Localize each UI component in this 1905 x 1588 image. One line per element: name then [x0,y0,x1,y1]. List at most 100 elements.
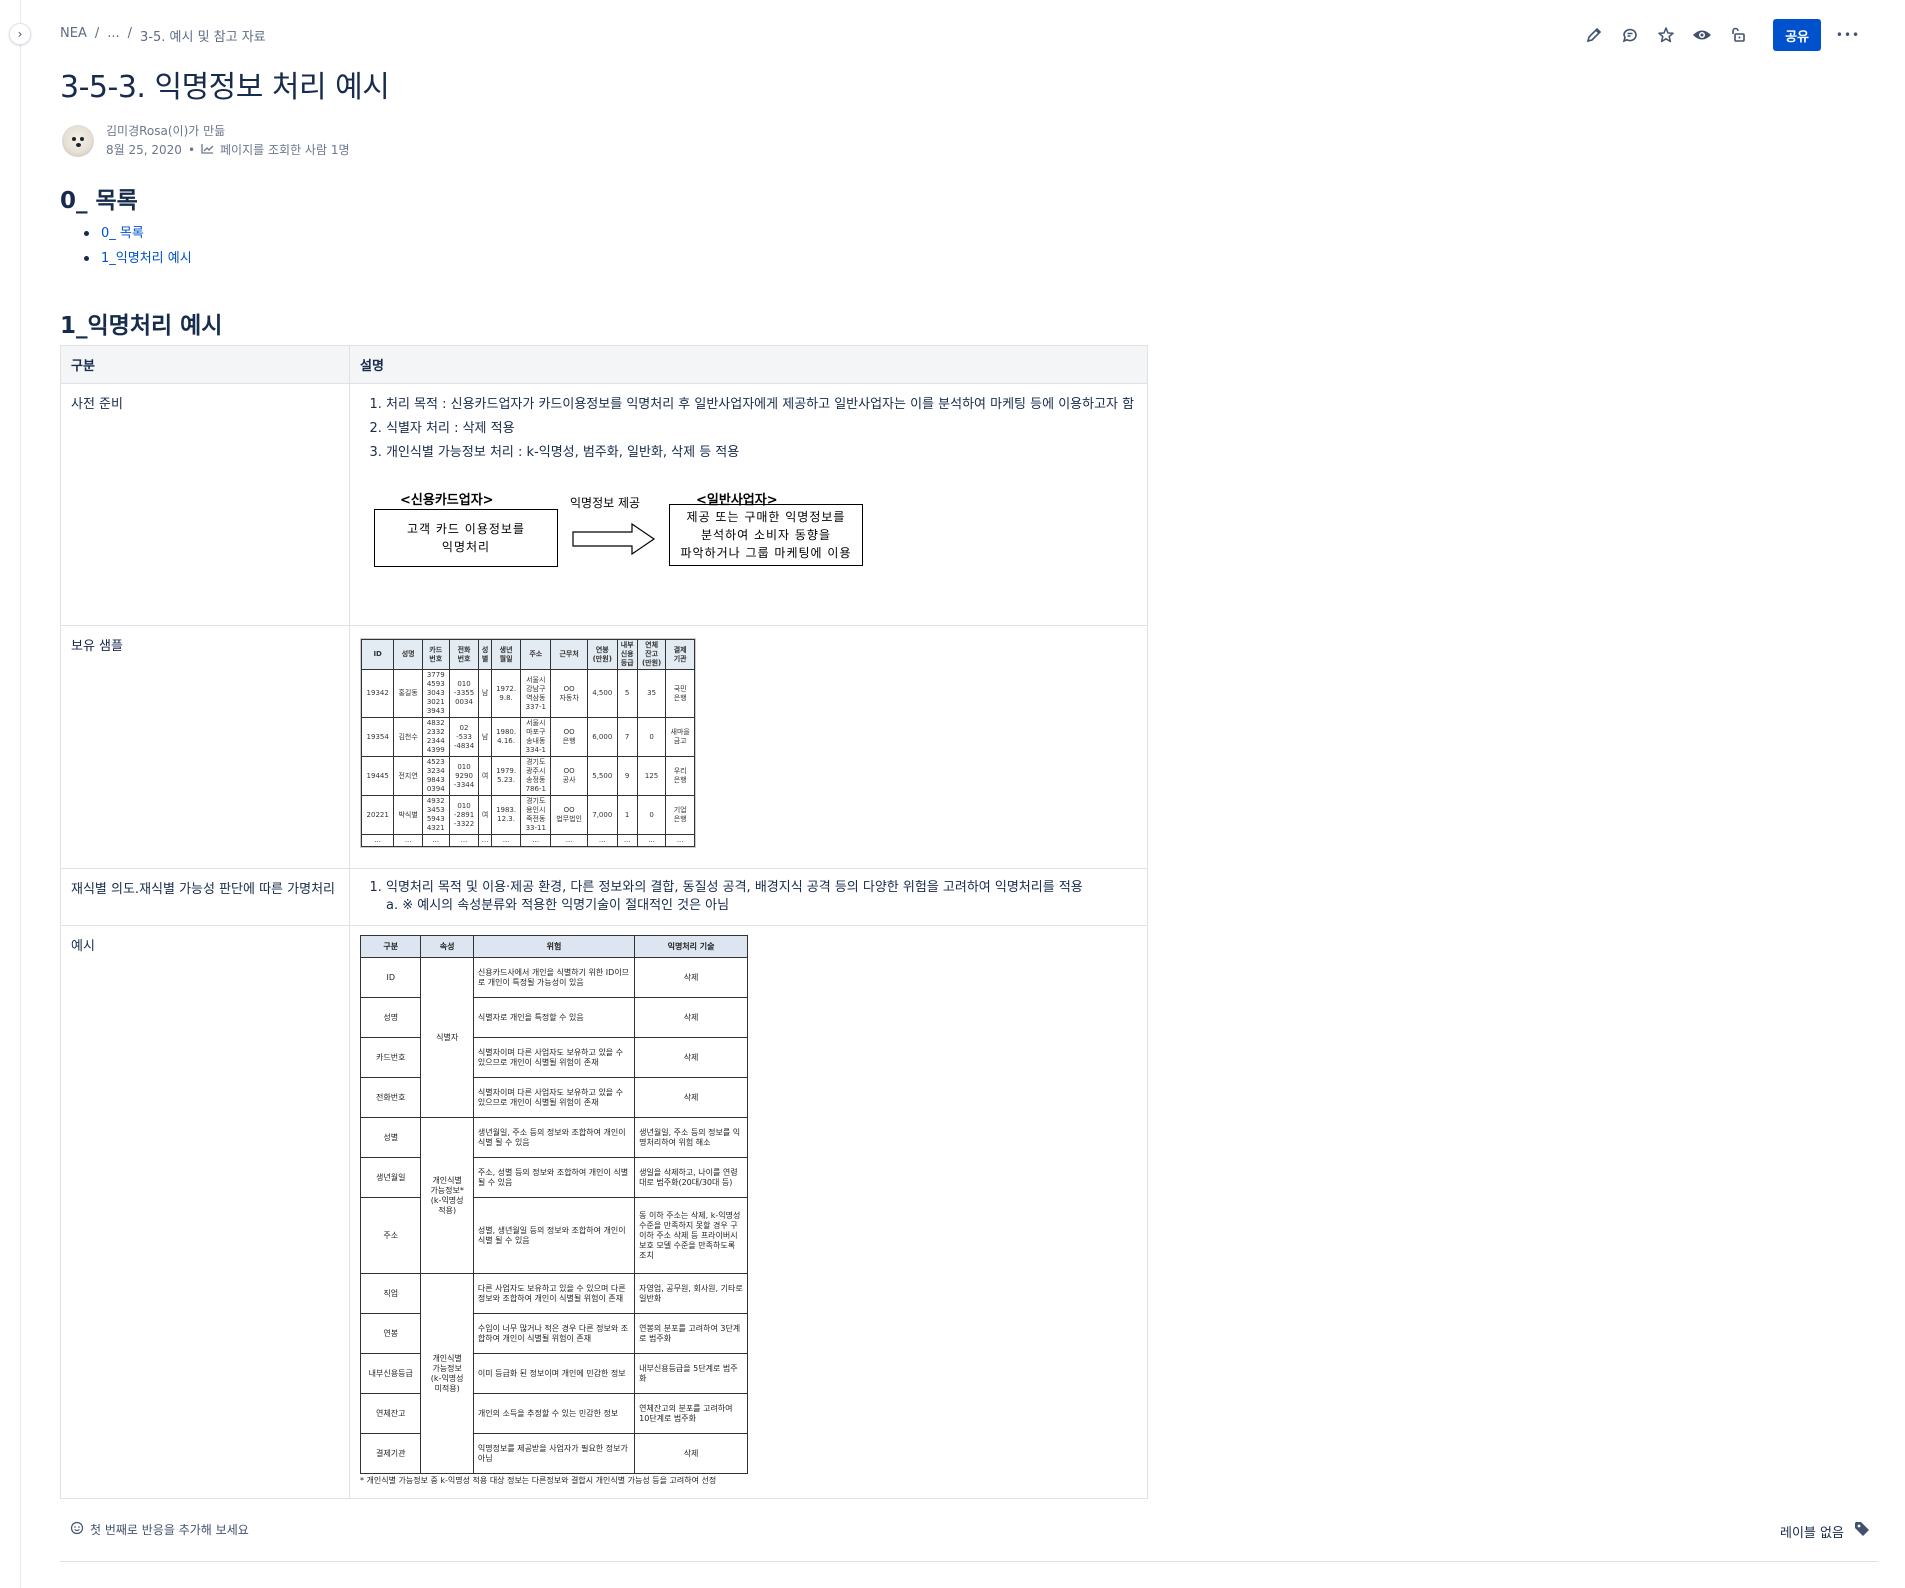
example-row: 전화번호 식별자이며 다른 사업자도 보유하고 있을 수 있으므로 개인이 식별될… [359,1077,748,1118]
sample-cell: 서울시 강남구 역삼동 337-1 [520,669,552,718]
sample-cell: 1972. 9.8. [490,669,522,718]
sample-cell: ... [665,834,695,847]
sample-cell: 20221 [360,795,395,835]
example-cell: 카드번호 [359,1037,422,1078]
toc-link[interactable]: 0_ 목록 [80,221,192,246]
sample-header-cell: 근무처 [550,639,589,670]
sample-cell: 1979. 5.23. [490,756,522,796]
breadcrumb-root[interactable]: NEA [60,26,87,45]
unlock-icon[interactable] [1725,22,1751,48]
watch-eye-icon[interactable] [1689,22,1715,48]
sample-header-cell: 내부 신용 등급 [616,639,638,670]
sample-cell: 전지연 [393,756,423,796]
sample-cell: 5 [616,669,638,718]
table-row: 보유 샘플 ID 성명 카드 번호 전화 번호 성 별 생년 월일 주소 근무처 연봉 (만원)… [60,625,1148,869]
comment-icon[interactable] [1617,22,1643,48]
example-cell: 성명 [359,997,422,1038]
edit-icon[interactable] [1581,22,1607,48]
sample-cell: 5,500 [587,756,618,796]
sample-cell: 박식별 [393,795,423,835]
sample-table-image: ID 성명 카드 번호 전화 번호 성 별 생년 월일 주소 근무처 연봉 (만원) 내부 신용 … [360,638,696,848]
sample-cell: ... [360,834,395,847]
sample-cell: 0 [636,795,667,835]
toc-link[interactable]: 1_익명처리 예시 [80,246,192,271]
sample-cell: 0 [636,717,667,757]
example-cell: 연봉 [359,1313,422,1354]
more-actions-icon[interactable]: ••• [1831,22,1865,48]
page-toolbar: 공유 ••• [1581,19,1865,51]
sample-cell: ... [393,834,423,847]
expand-sidebar-button[interactable]: › [9,23,31,45]
example-cell: 익명정보를 제공받을 사업자가 필요한 정보가 아님 [472,1433,636,1474]
tag-icon[interactable] [1854,1521,1870,1541]
example-cell: 연체잔고의 분포를 고려하여 10단계로 범주화 [634,1393,748,1434]
sample-cell: 1980. 4.16. [490,717,522,757]
example-cell: 생년월일, 주소 등의 정보와 조합하여 개인이 식별 될 수 있음 [472,1117,636,1158]
sample-cell: 35 [636,669,667,718]
row-label: 보유 샘플 [60,625,350,869]
avatar[interactable] [62,125,94,157]
sample-cell: 4,500 [587,669,618,718]
sample-cell: 19354 [360,717,395,757]
sample-header-cell: 성 별 [478,639,492,670]
divider [60,1561,1878,1562]
example-cell: 생년월일 [359,1157,422,1198]
sample-cell: 국민 은행 [665,669,695,718]
row-content: 처리 목적 : 신용카드업자가 카드이용정보를 익명처리 후 일반사업자에게 제… [349,383,1148,626]
breadcrumb-parent[interactable]: 3-5. 예시 및 참고 자료 [140,26,266,45]
sample-header-cell: 연봉 (만원) [587,639,618,670]
breadcrumb: NEA / ... / 3-5. 예시 및 참고 자료 [60,26,266,45]
example-cell: 식별자로 개인을 특정할 수 있음 [472,997,636,1038]
sample-header-cell: 성명 [393,639,423,670]
table-header: 구분 [60,345,350,384]
sample-header-cell: 전화 번호 [448,639,480,670]
sample-cell: 여 [478,756,492,796]
sample-cell: 남 [478,669,492,718]
example-group-cell: 식별자 [420,957,474,1118]
sample-cell: 경기도 용인시 죽전동 33-11 [520,795,552,835]
flow-diagram: <신용카드업자> 고객 카드 이용정보를 익명처리 익명정보 제공 <일반사업자… [360,489,1137,599]
example-cell: 삭제 [634,1433,748,1474]
example-row: 카드번호 식별자이며 다른 사업자도 보유하고 있을 수 있으므로 개인이 식별될… [359,1037,748,1078]
star-icon[interactable] [1653,22,1679,48]
example-cell: 이미 등급화 된 정보이며 개인에 민감한 정보 [472,1353,636,1394]
row-label: 사전 준비 [60,383,350,626]
sample-header-cell: ID [360,639,395,670]
reaction-label[interactable]: 첫 번째로 반응을 추가해 보세요 [90,1521,249,1538]
sample-cell: OO 법무법인 [550,795,589,835]
sample-cell: ... [550,834,589,847]
row-label: 재식별 의도.재식별 가능성 판단에 따른 가명처리 [60,868,350,926]
sample-cell: ... [478,834,492,847]
sample-cell: ... [636,834,667,847]
example-row: 연봉 수입이 너무 많거나 적은 경우 다른 정보와 조합하여 개인이 식별될 위… [359,1313,748,1354]
byline-views[interactable]: 페이지를 조회한 사람 1명 [220,141,349,160]
sample-cell: 19342 [360,669,395,718]
sample-cell: ... [520,834,552,847]
sample-cell: 기업 은행 [665,795,695,835]
byline-author[interactable]: 김미경Rosa(이)가 만듦 [106,122,350,141]
analytics-icon [201,141,214,160]
breadcrumb-ellipsis[interactable]: ... [107,26,119,45]
table-header: 설명 [349,345,1148,384]
sample-cell: 19445 [360,756,395,796]
example-cell: ID [359,957,422,998]
sample-cell: 010 9290 -3344 [448,756,480,796]
row-label: 예시 [60,925,350,1499]
share-button[interactable]: 공유 [1773,19,1821,51]
example-cell: 연체잔고 [359,1393,422,1434]
sample-cell: ... [421,834,450,847]
sample-row: .................................... [360,834,695,847]
toc-heading: 0_ 목록 [60,188,138,214]
diagram-right-box: 제공 또는 구매한 익명정보를 분석하여 소비자 동향을 파악하거나 그룹 마케… [669,504,863,566]
row-content: ID 성명 카드 번호 전화 번호 성 별 생년 월일 주소 근무처 연봉 (만원) 내부 신용 … [349,625,1148,869]
sample-header-cell: 생년 월일 [490,639,522,670]
sample-cell: 7 [616,717,638,757]
example-cell: 다른 사업자도 보유하고 있을 수 있으며 다른 정보와 조합하여 개인이 식별… [472,1273,636,1314]
sample-row: 19445 전지연 4523 3234 9843 0394 010 9290 -334… [360,756,695,796]
example-header-cell: 위험 [472,935,636,958]
toc-list: 0_ 목록 1_익명처리 예시 [80,221,192,271]
list-item: 처리 목적 : 신용카드업자가 카드이용정보를 익명처리 후 일반사업자에게 제… [386,393,1137,417]
sample-cell: 4832 2332 2344 4399 [421,717,450,757]
add-reaction[interactable]: 첫 번째로 반응을 추가해 보세요 [70,1521,249,1538]
example-row: 결제기관 익명정보를 제공받을 사업자가 필요한 정보가 아님 삭제 [359,1433,748,1474]
